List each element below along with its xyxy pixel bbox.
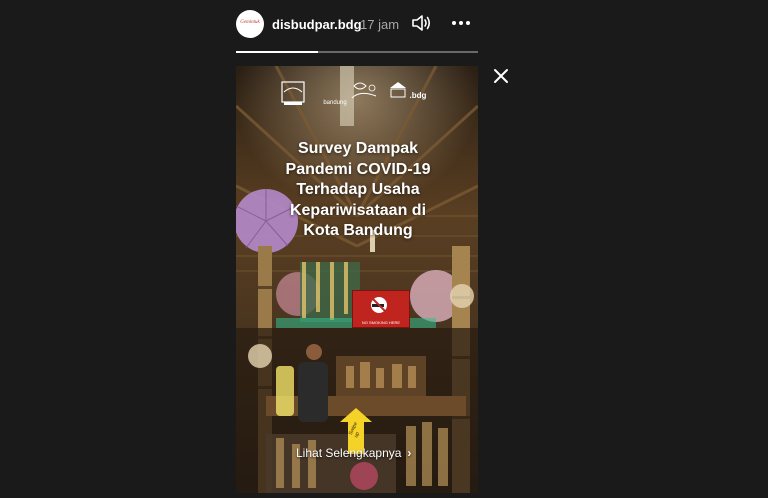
avatar-text: Gemintuk: [240, 20, 260, 25]
bandung-logo-text: bandung: [323, 100, 347, 106]
city-emblem-logo: [281, 81, 305, 105]
story-title-line: Pandemi COVID-19: [285, 160, 431, 178]
more-icon[interactable]: [450, 12, 472, 34]
username[interactable]: disbudpar.bdg: [272, 17, 362, 32]
see-more-link[interactable]: Lihat Selengkapnya ›: [296, 446, 411, 460]
story-progress-bar: [236, 51, 478, 53]
story-title-line: Survey Dampak: [297, 140, 419, 157]
story-title: Survey Dampak Pandemi COVID-19 Terhadap Us…: [256, 139, 460, 242]
avatar[interactable]: Gemintuk: [236, 10, 264, 38]
story-frame[interactable]: bandung .bdg Survey Dampak Pandemi COVID-…: [236, 66, 478, 493]
no-smoking-icon: [369, 295, 389, 315]
see-more-label: Lihat Selengkapnya: [296, 446, 402, 460]
speaker-icon[interactable]: [410, 12, 432, 34]
story-progress-fill: [236, 51, 319, 53]
close-icon[interactable]: [492, 67, 510, 85]
story-header: Gemintuk disbudpar.bdg 17 jam: [236, 8, 478, 40]
bandung-tourism-logo: [351, 82, 377, 99]
no-smoking-sign: NO SMOKING HERE: [352, 290, 410, 328]
bdg-logo-text: .bdg: [409, 91, 427, 100]
story-title-line: Kepariwisataan di: [289, 201, 427, 219]
story-title-line: Terhadap Usaha: [296, 181, 420, 198]
logos-row: bandung .bdg: [280, 76, 440, 110]
sign-text: NO SMOKING HERE: [361, 320, 401, 325]
chevron-right-icon: ›: [407, 446, 412, 460]
story-title-line: Kota Bandung: [303, 222, 413, 239]
unesco-logo: [390, 82, 406, 98]
post-time: 17 jam: [360, 17, 400, 32]
